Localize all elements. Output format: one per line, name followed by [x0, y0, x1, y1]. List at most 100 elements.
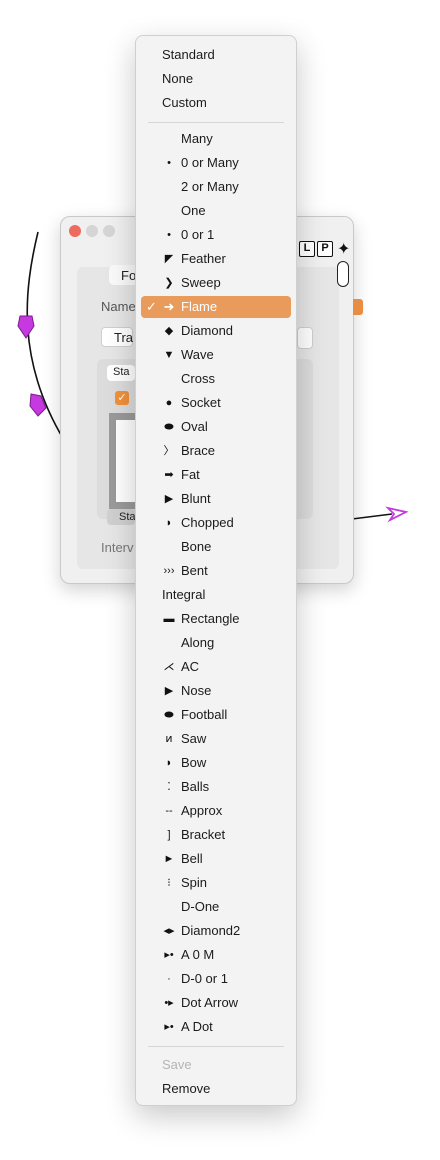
menu-item-label: Bow: [181, 755, 207, 770]
style-popup-bottom[interactable]: Sta: [107, 509, 136, 525]
menu-item-label: 0 or 1: [181, 227, 215, 242]
menu-item-saw[interactable]: ͷ Saw: [141, 728, 291, 750]
ac-arrow-icon: ⋌: [163, 661, 175, 673]
menu-item-remove[interactable]: Remove: [141, 1078, 291, 1100]
name-label: Name: [101, 299, 136, 314]
checkmark-icon: ✓: [146, 299, 157, 314]
zoom-button[interactable]: [103, 225, 115, 237]
menu-item-label: Bell: [181, 851, 203, 866]
scroll-pill[interactable]: [337, 261, 349, 287]
bent-arrow-icon: ›››: [163, 565, 175, 577]
menu-item-label: Along: [181, 635, 215, 650]
menu-item-flame[interactable]: ✓ ➜ Flame: [141, 296, 291, 318]
menu-item-fat[interactable]: ➡ Fat: [141, 464, 291, 486]
menu-item-label: AC: [181, 659, 200, 674]
menu-item-dot-arrow[interactable]: •▸ Dot Arrow: [141, 992, 291, 1014]
approx-icon: --: [165, 805, 173, 817]
menu-item-label: Fat: [181, 467, 200, 482]
menu-item-along[interactable]: Along: [141, 632, 291, 654]
menu-item-a-dot[interactable]: ▸• A Dot: [141, 1016, 291, 1038]
menu-item-many[interactable]: Many: [141, 128, 291, 150]
menu-item-wave[interactable]: ▼ Wave: [141, 344, 291, 366]
menu-item-label: A 0 M: [181, 947, 215, 962]
close-button[interactable]: [69, 225, 81, 237]
sweep-arrow-icon: ❯: [164, 277, 174, 289]
menu-item-custom[interactable]: Custom: [141, 92, 291, 114]
menu-item-standard[interactable]: Standard: [141, 44, 291, 66]
menu-item-0-or-many[interactable]: • 0 or Many: [141, 152, 291, 174]
menu-item-d-0-or-1[interactable]: · D-0 or 1: [141, 968, 291, 990]
menu-item-bracket[interactable]: ] Bracket: [141, 824, 291, 846]
menu-item-diamond[interactable]: ◆ Diamond: [141, 320, 291, 342]
menu-item-d-one[interactable]: D-One: [141, 896, 291, 918]
menu-item-sweep[interactable]: ❯ Sweep: [141, 272, 291, 294]
menu-item-socket[interactable]: ● Socket: [141, 392, 291, 414]
menu-item-balls[interactable]: ⁚ Balls: [141, 776, 291, 798]
menu-item-integral[interactable]: Integral: [141, 584, 291, 606]
menu-item-bent[interactable]: ››› Bent: [141, 560, 291, 582]
menu-item-blunt[interactable]: ▶ Blunt: [141, 488, 291, 510]
football-icon: ⬬: [164, 709, 174, 721]
menu-item-nose[interactable]: ▶ Nose: [141, 680, 291, 702]
chopped-arrow-icon: ◗: [165, 517, 173, 529]
bracket-icon: ]: [167, 829, 171, 841]
menu-item-feather[interactable]: ◤ Feather: [141, 248, 291, 270]
menu-item-label: Flame: [181, 299, 218, 314]
menu-item-label: One: [181, 203, 206, 218]
menu-item-label: Dot Arrow: [181, 995, 239, 1010]
menu-item-label: Football: [181, 707, 228, 722]
menu-item-label: Balls: [181, 779, 210, 794]
menu-item-label: Feather: [181, 251, 226, 266]
menu-item-none[interactable]: None: [141, 68, 291, 90]
menu-item-label: Bracket: [181, 827, 226, 842]
enable-checkbox[interactable]: ✓: [115, 391, 129, 405]
dot-icon: •: [167, 229, 171, 241]
menu-item-oval[interactable]: ⬬ Oval: [141, 416, 291, 438]
style-popup-top[interactable]: Sta: [107, 365, 135, 381]
bell-arrow-icon: ►: [163, 853, 175, 865]
sparkle-icon[interactable]: ✦: [337, 239, 350, 259]
menu-item-football[interactable]: ⬬ Football: [141, 704, 291, 726]
menu-item-0-or-1[interactable]: • 0 or 1: [141, 224, 291, 246]
menu-item-rectangle[interactable]: ▬ Rectangle: [141, 608, 291, 630]
menu-item-label: Many: [181, 131, 213, 146]
menu-item-label: 0 or Many: [181, 155, 239, 170]
menu-item-2-or-many[interactable]: 2 or Many: [141, 176, 291, 198]
menu-item-a-0-m[interactable]: ▸• A 0 M: [141, 944, 291, 966]
menu-item-label: Rectangle: [181, 611, 240, 626]
menu-item-ac[interactable]: ⋌ AC: [141, 656, 291, 678]
menu-item-one[interactable]: One: [141, 200, 291, 222]
brace-icon: 〉: [163, 445, 175, 457]
menu-item-approx[interactable]: -- Approx: [141, 800, 291, 822]
menu-item-spin[interactable]: ⁝ Spin: [141, 872, 291, 894]
menu-item-diamond2[interactable]: ◂▸ Diamond2: [141, 920, 291, 942]
menu-item-bell[interactable]: ► Bell: [141, 848, 291, 870]
l-button[interactable]: L: [299, 241, 315, 257]
name-field[interactable]: Tra: [101, 327, 133, 347]
menu-item-brace[interactable]: 〉 Brace: [141, 440, 291, 462]
menu-item-chopped[interactable]: ◗ Chopped: [141, 512, 291, 534]
arrowhead-upper: [17, 315, 35, 339]
menu-item-cross[interactable]: Cross: [141, 368, 291, 390]
menu-item-label: D-0 or 1: [181, 971, 228, 986]
flame-arrow-icon: ➜: [163, 299, 175, 314]
menu-item-label: A Dot: [181, 1019, 213, 1034]
menu-item-label: Oval: [181, 419, 208, 434]
p-button[interactable]: P: [317, 241, 333, 257]
spin-icon: ⁝: [167, 877, 171, 889]
dot-arrow-icon: •▸: [164, 997, 174, 1009]
menu-item-label: Diamond: [181, 323, 234, 338]
menu-item-label: Cross: [181, 371, 215, 386]
menu-item-label: Spin: [181, 875, 208, 890]
diamond-icon: ◆: [164, 325, 174, 337]
color-swatch[interactable]: [353, 299, 363, 315]
secondary-field[interactable]: [297, 327, 313, 349]
menu-item-bone[interactable]: Bone: [141, 536, 291, 558]
menu-item-bow[interactable]: ◗ Bow: [141, 752, 291, 774]
minimize-button[interactable]: [86, 225, 98, 237]
menu-item-save: Save: [162, 1057, 192, 1072]
menu-item-label: Bent: [181, 563, 208, 578]
menu-item-label: Nose: [181, 683, 212, 698]
saw-arrow-icon: ͷ: [165, 733, 173, 745]
menu-item-label: Brace: [181, 443, 215, 458]
